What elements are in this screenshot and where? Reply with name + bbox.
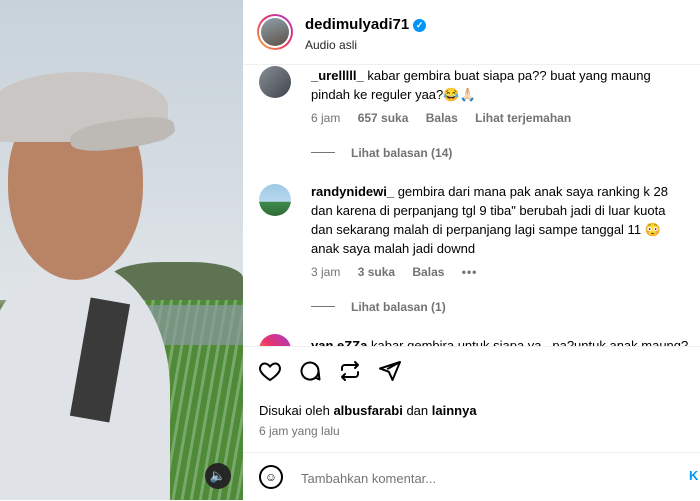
liked-by-others[interactable]: lainnya bbox=[432, 403, 477, 418]
post-actions: Disukai oleh albusfarabi dan lainnya 6 j… bbox=[243, 346, 700, 457]
comment-meta: 3 jam 3 suka Balas ••• bbox=[311, 265, 491, 279]
share-paper-plane-icon[interactable] bbox=[377, 359, 403, 385]
liked-by-prefix: Disukai oleh bbox=[259, 403, 330, 418]
commenter-username[interactable]: yan.eZZa bbox=[311, 338, 367, 346]
comment-bubble-icon[interactable] bbox=[297, 359, 323, 385]
comment-time[interactable]: 6 jam bbox=[311, 111, 340, 125]
author-username[interactable]: dedimulyadi71 bbox=[305, 16, 409, 33]
replies-divider bbox=[311, 152, 335, 153]
more-options-icon[interactable]: ••• bbox=[462, 265, 478, 279]
reel-video[interactable]: 🔈 bbox=[0, 0, 243, 500]
commenter-avatar[interactable] bbox=[259, 184, 291, 216]
repost-icon[interactable] bbox=[337, 359, 363, 385]
reply-button[interactable]: Balas bbox=[426, 111, 458, 125]
replies-divider bbox=[311, 306, 335, 307]
mute-toggle-button[interactable]: 🔈 bbox=[205, 463, 231, 489]
liked-by-summary: Disukai oleh albusfarabi dan lainnya bbox=[259, 403, 477, 418]
comment-input[interactable] bbox=[299, 467, 673, 489]
audio-label[interactable]: Audio asli bbox=[305, 38, 357, 52]
author-username-row: dedimulyadi71 ✓ bbox=[305, 16, 427, 33]
comment-text: _urelllll_ kabar gembira buat siapa pa??… bbox=[311, 66, 686, 104]
view-replies-button[interactable]: Lihat balasan (14) bbox=[311, 146, 452, 160]
comment-text: randynidewi_ gembira dari mana pak anak … bbox=[311, 182, 686, 258]
reply-button[interactable]: Balas bbox=[412, 265, 444, 279]
see-translation-button[interactable]: Lihat terjemahan bbox=[475, 111, 571, 125]
liked-by-and: dan bbox=[406, 403, 429, 418]
comment-body: kabar gembira untuk siapa ya...pa?untuk … bbox=[370, 338, 689, 346]
verified-badge-icon: ✓ bbox=[413, 19, 427, 32]
commenter-username[interactable]: randynidewi_ bbox=[311, 184, 394, 199]
like-heart-icon[interactable] bbox=[257, 359, 283, 385]
post-comment-button[interactable]: K bbox=[689, 468, 698, 483]
view-replies-button[interactable]: Lihat balasan (1) bbox=[311, 300, 446, 314]
comment-likes[interactable]: 3 suka bbox=[358, 265, 395, 279]
post-timestamp[interactable]: 6 jam yang lalu bbox=[259, 424, 340, 438]
author-avatar[interactable] bbox=[257, 14, 293, 50]
comment-text: yan.eZZa kabar gembira untuk siapa ya...… bbox=[311, 336, 689, 346]
comment-likes[interactable]: 657 suka bbox=[358, 111, 409, 125]
post-panel: dedimulyadi71 ✓ Audio asli _urelllll_ kab… bbox=[243, 0, 700, 500]
emoji-picker-icon[interactable]: ☺ bbox=[259, 465, 283, 489]
add-comment-bar: ☺ K bbox=[243, 452, 700, 501]
commenter-avatar[interactable] bbox=[259, 66, 291, 98]
comments-list[interactable]: _urelllll_ kabar gembira buat siapa pa??… bbox=[243, 64, 700, 346]
speaker-icon: 🔈 bbox=[209, 468, 227, 483]
liked-by-user[interactable]: albusfarabi bbox=[333, 403, 402, 418]
commenter-username[interactable]: _urelllll_ bbox=[311, 68, 364, 83]
comment-meta: 6 jam 657 suka Balas Lihat terjemahan bbox=[311, 111, 585, 125]
comment-time[interactable]: 3 jam bbox=[311, 265, 340, 279]
commenter-avatar[interactable] bbox=[259, 334, 291, 346]
post-header: dedimulyadi71 ✓ Audio asli bbox=[243, 0, 700, 65]
